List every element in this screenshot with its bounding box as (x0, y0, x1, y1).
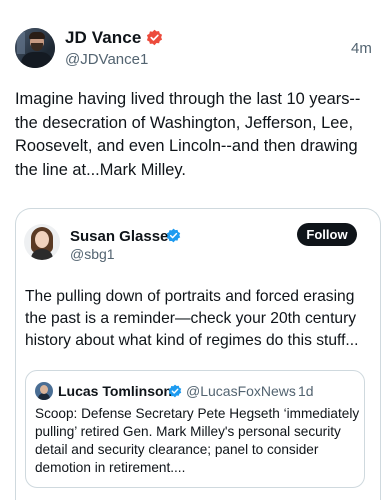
author-avatar[interactable] (15, 28, 55, 68)
nested-author-name[interactable]: Lucas Tomlinson (58, 383, 172, 399)
quoted-author-handle[interactable]: @sbg1 (70, 246, 115, 262)
author-name[interactable]: JD Vance (65, 28, 141, 48)
verified-badge-icon (168, 384, 182, 398)
quoted-author-name[interactable]: Susan Glasser (70, 228, 174, 245)
nested-author-handle[interactable]: @LucasFoxNews (186, 383, 296, 399)
quoted-post-text: The pulling down of portraits and forced… (25, 288, 359, 349)
post-timestamp[interactable]: 4m (351, 40, 372, 57)
verified-badge-icon (146, 29, 163, 46)
author-handle[interactable]: @JDVance1 (65, 51, 148, 68)
post-text: Imagine having lived through the last 10… (15, 90, 361, 179)
separator-dot: · (291, 383, 296, 399)
verified-badge-icon (166, 228, 181, 243)
follow-button[interactable]: Follow (297, 223, 357, 246)
post-card[interactable]: JD Vance @JDVance1 4m Imagine having liv… (0, 0, 389, 500)
nested-quote-text: Scoop: Defense Secretary Pete Hegseth ‘i… (35, 406, 360, 475)
quoted-author-avatar[interactable] (24, 224, 60, 260)
nested-author-avatar[interactable] (35, 382, 53, 400)
nested-timestamp[interactable]: 1d (298, 383, 314, 399)
